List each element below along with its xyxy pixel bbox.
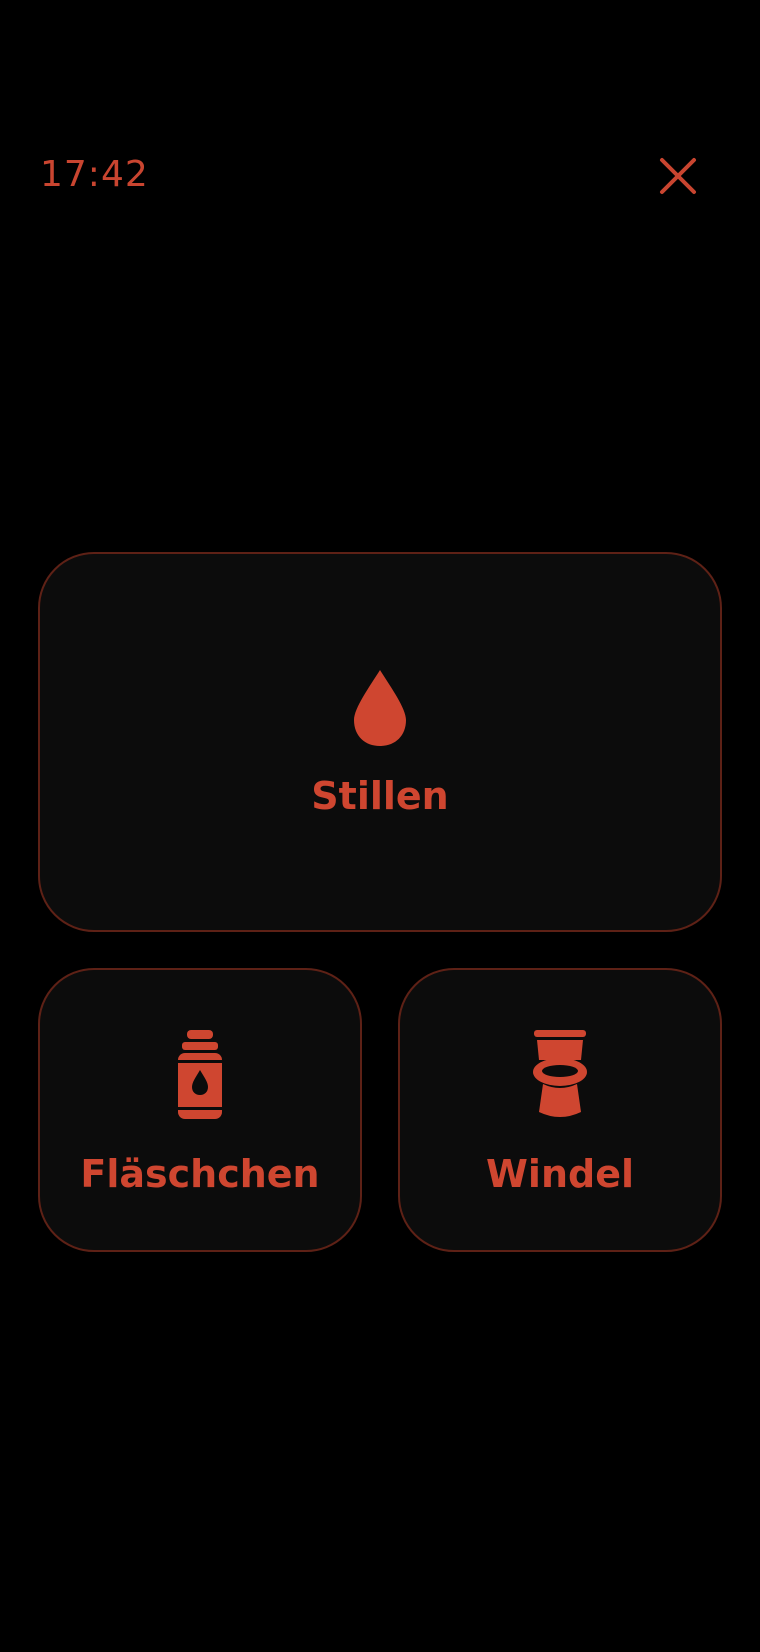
card-label-diaper: Windel xyxy=(486,1152,634,1196)
bottle-button[interactable]: Fläschchen xyxy=(38,968,362,1252)
close-icon xyxy=(660,158,696,194)
breastfeeding-button[interactable]: Stillen xyxy=(38,552,722,932)
bottle-icon xyxy=(178,1030,222,1119)
status-time: 17:42 xyxy=(40,154,149,195)
card-label-breastfeeding: Stillen xyxy=(311,774,449,818)
card-label-bottle: Fläschchen xyxy=(80,1152,320,1196)
toilet-icon xyxy=(533,1030,587,1117)
drop-icon xyxy=(354,670,406,746)
close-button[interactable] xyxy=(652,150,704,202)
diaper-button[interactable]: Windel xyxy=(398,968,722,1252)
